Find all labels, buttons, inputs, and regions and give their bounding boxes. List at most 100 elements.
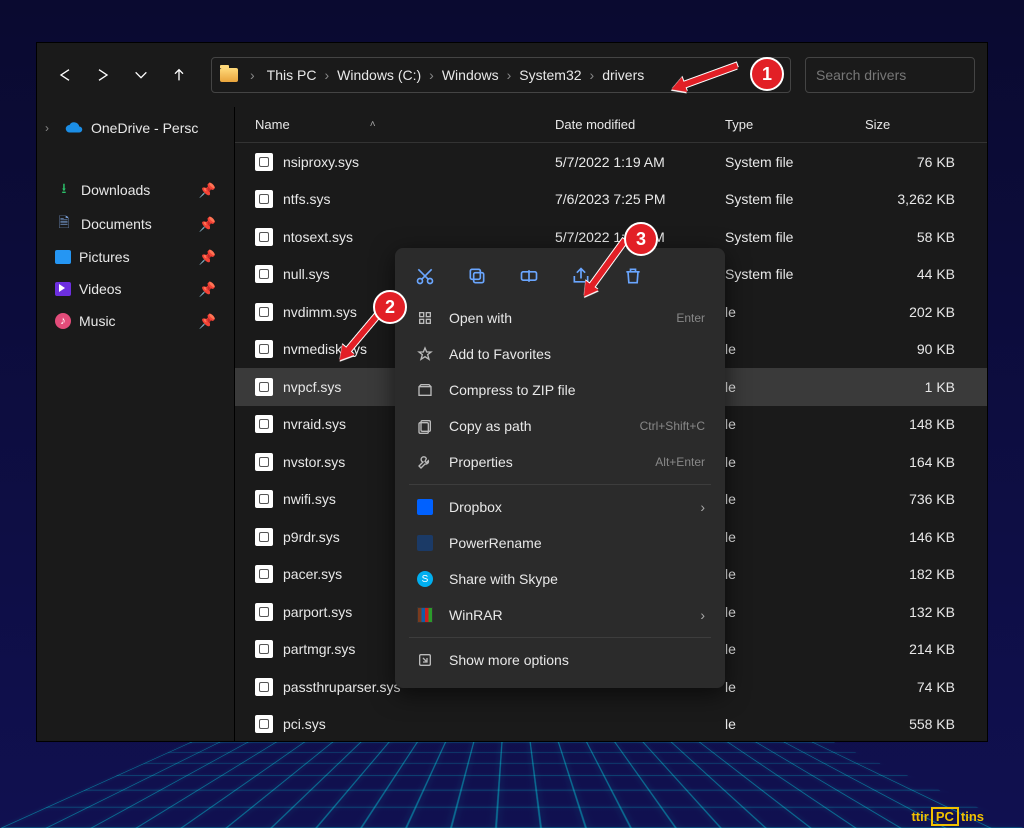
breadcrumb-item[interactable]: Windows bbox=[442, 67, 499, 83]
search-placeholder: Search drivers bbox=[816, 67, 906, 83]
sysfile-icon bbox=[255, 678, 273, 696]
context-item[interactable]: Open withEnter bbox=[405, 300, 715, 336]
context-item-label: Dropbox bbox=[449, 499, 686, 515]
file-type: System file bbox=[725, 154, 865, 170]
column-header-name[interactable]: Name bbox=[255, 117, 290, 132]
context-menu: Open withEnterAdd to Favorites Compress t… bbox=[395, 248, 725, 688]
file-name: ntfs.sys bbox=[283, 191, 555, 207]
context-item-label: PowerRename bbox=[449, 535, 705, 551]
file-name: pci.sys bbox=[283, 716, 555, 732]
file-size: 214 KB bbox=[865, 641, 955, 657]
divider bbox=[409, 637, 711, 638]
star-icon bbox=[415, 346, 435, 362]
context-item[interactable]: PropertiesAlt+Enter bbox=[405, 444, 715, 480]
pin-icon: 📌 bbox=[199, 313, 216, 330]
file-type: System file bbox=[725, 191, 865, 207]
table-row[interactable]: nsiproxy.sys5/7/2022 1:19 AMSystem file7… bbox=[235, 143, 987, 181]
pin-icon: 📌 bbox=[199, 249, 216, 266]
file-size: 76 KB bbox=[865, 154, 955, 170]
delete-icon[interactable] bbox=[621, 264, 645, 288]
sidebar-item-videos[interactable]: Videos 📌 bbox=[37, 275, 228, 303]
rename-icon[interactable] bbox=[517, 264, 541, 288]
breadcrumb-item[interactable]: Windows (C:) bbox=[337, 67, 421, 83]
chevron-right-icon: › bbox=[45, 121, 49, 135]
breadcrumb-item[interactable]: This PC bbox=[267, 67, 317, 83]
table-row[interactable]: ntfs.sys7/6/2023 7:25 PMSystem file3,262… bbox=[235, 181, 987, 219]
context-item-label: WinRAR bbox=[449, 607, 686, 623]
context-item[interactable]: Dropbox › bbox=[405, 489, 715, 525]
file-size: 58 KB bbox=[865, 229, 955, 245]
context-item[interactable]: SShare with Skype bbox=[405, 561, 715, 597]
sysfile-icon bbox=[255, 378, 273, 396]
divider bbox=[409, 484, 711, 485]
skype-icon: S bbox=[417, 571, 433, 587]
sidebar-item-label: Music bbox=[79, 313, 116, 329]
sysfile-icon bbox=[255, 153, 273, 171]
file-type: le bbox=[725, 454, 865, 470]
file-size: 202 KB bbox=[865, 304, 955, 320]
context-item[interactable]: WinRAR› bbox=[405, 597, 715, 633]
context-quick-actions bbox=[405, 258, 715, 300]
file-size: 1 KB bbox=[865, 379, 955, 395]
context-item-shortcut: Ctrl+Shift+C bbox=[640, 419, 705, 433]
context-item[interactable]: Copy as path Ctrl+Shift+C bbox=[405, 408, 715, 444]
nav-recent-button[interactable] bbox=[125, 59, 157, 91]
breadcrumb-item[interactable]: drivers bbox=[602, 67, 644, 83]
sidebar-item-label: Pictures bbox=[79, 249, 130, 265]
file-size: 44 KB bbox=[865, 266, 955, 282]
column-header-size[interactable]: Size bbox=[865, 117, 987, 132]
sysfile-icon bbox=[255, 415, 273, 433]
sysfile-icon bbox=[255, 565, 273, 583]
context-item-label: Compress to ZIP file bbox=[449, 382, 705, 398]
column-header-type[interactable]: Type bbox=[725, 117, 865, 132]
file-size: 74 KB bbox=[865, 679, 955, 695]
winrar-icon bbox=[417, 607, 433, 623]
video-icon bbox=[55, 282, 71, 296]
nav-up-button[interactable] bbox=[163, 59, 195, 91]
copy-icon[interactable] bbox=[465, 264, 489, 288]
file-type: System file bbox=[725, 266, 865, 282]
sidebar-item-documents[interactable]: 🗎 Documents 📌 bbox=[37, 209, 228, 239]
context-item-label: Show more options bbox=[449, 652, 705, 668]
file-date: 5/7/2022 1:19 AM bbox=[555, 154, 725, 170]
context-item[interactable]: Compress to ZIP file bbox=[405, 372, 715, 408]
folder-icon bbox=[220, 68, 238, 82]
nav-back-button[interactable] bbox=[49, 59, 81, 91]
file-size: 736 KB bbox=[865, 491, 955, 507]
file-size: 182 KB bbox=[865, 566, 955, 582]
sidebar-item-label: Documents bbox=[81, 216, 152, 232]
zip-icon bbox=[415, 382, 435, 398]
file-type: le bbox=[725, 416, 865, 432]
sidebar-item-onedrive[interactable]: › OneDrive - Persc bbox=[37, 113, 228, 143]
nav-forward-button[interactable] bbox=[87, 59, 119, 91]
table-row[interactable]: pci.sysle558 KB bbox=[235, 706, 987, 742]
watermark-logo: ttirPCtins bbox=[911, 809, 984, 824]
chevron-right-icon: › bbox=[700, 499, 705, 515]
cut-icon[interactable] bbox=[413, 264, 437, 288]
openwith-icon bbox=[415, 310, 435, 326]
sidebar-item-label: OneDrive - Persc bbox=[91, 120, 198, 136]
context-item[interactable]: PowerRename bbox=[405, 525, 715, 561]
file-type: System file bbox=[725, 229, 865, 245]
sidebar-item-pictures[interactable]: Pictures 📌 bbox=[37, 243, 228, 271]
context-show-more-options[interactable]: Show more options bbox=[405, 642, 715, 678]
context-item-label: Copy as path bbox=[449, 418, 626, 434]
expand-icon bbox=[415, 652, 435, 668]
sidebar-item-downloads[interactable]: ⭳ Downloads 📌 bbox=[37, 175, 228, 205]
context-item[interactable]: Add to Favorites bbox=[405, 336, 715, 372]
dropbox-icon bbox=[417, 499, 433, 515]
annotation-badge-3: 3 bbox=[624, 222, 658, 256]
sidebar-item-music[interactable]: ♪ Music 📌 bbox=[37, 307, 228, 335]
sidebar-item-label: Videos bbox=[79, 281, 122, 297]
search-input[interactable]: Search drivers bbox=[805, 57, 975, 93]
breadcrumb-item[interactable]: System32 bbox=[519, 67, 581, 83]
sysfile-icon bbox=[255, 640, 273, 658]
annotation-badge-1: 1 bbox=[750, 57, 784, 91]
column-header-date[interactable]: Date modified bbox=[555, 117, 725, 132]
pin-icon: 📌 bbox=[199, 216, 216, 233]
file-type: le bbox=[725, 341, 865, 357]
sidebar-item-label: Downloads bbox=[81, 182, 150, 198]
picture-icon bbox=[55, 250, 71, 264]
file-type: le bbox=[725, 491, 865, 507]
sysfile-icon bbox=[255, 303, 273, 321]
